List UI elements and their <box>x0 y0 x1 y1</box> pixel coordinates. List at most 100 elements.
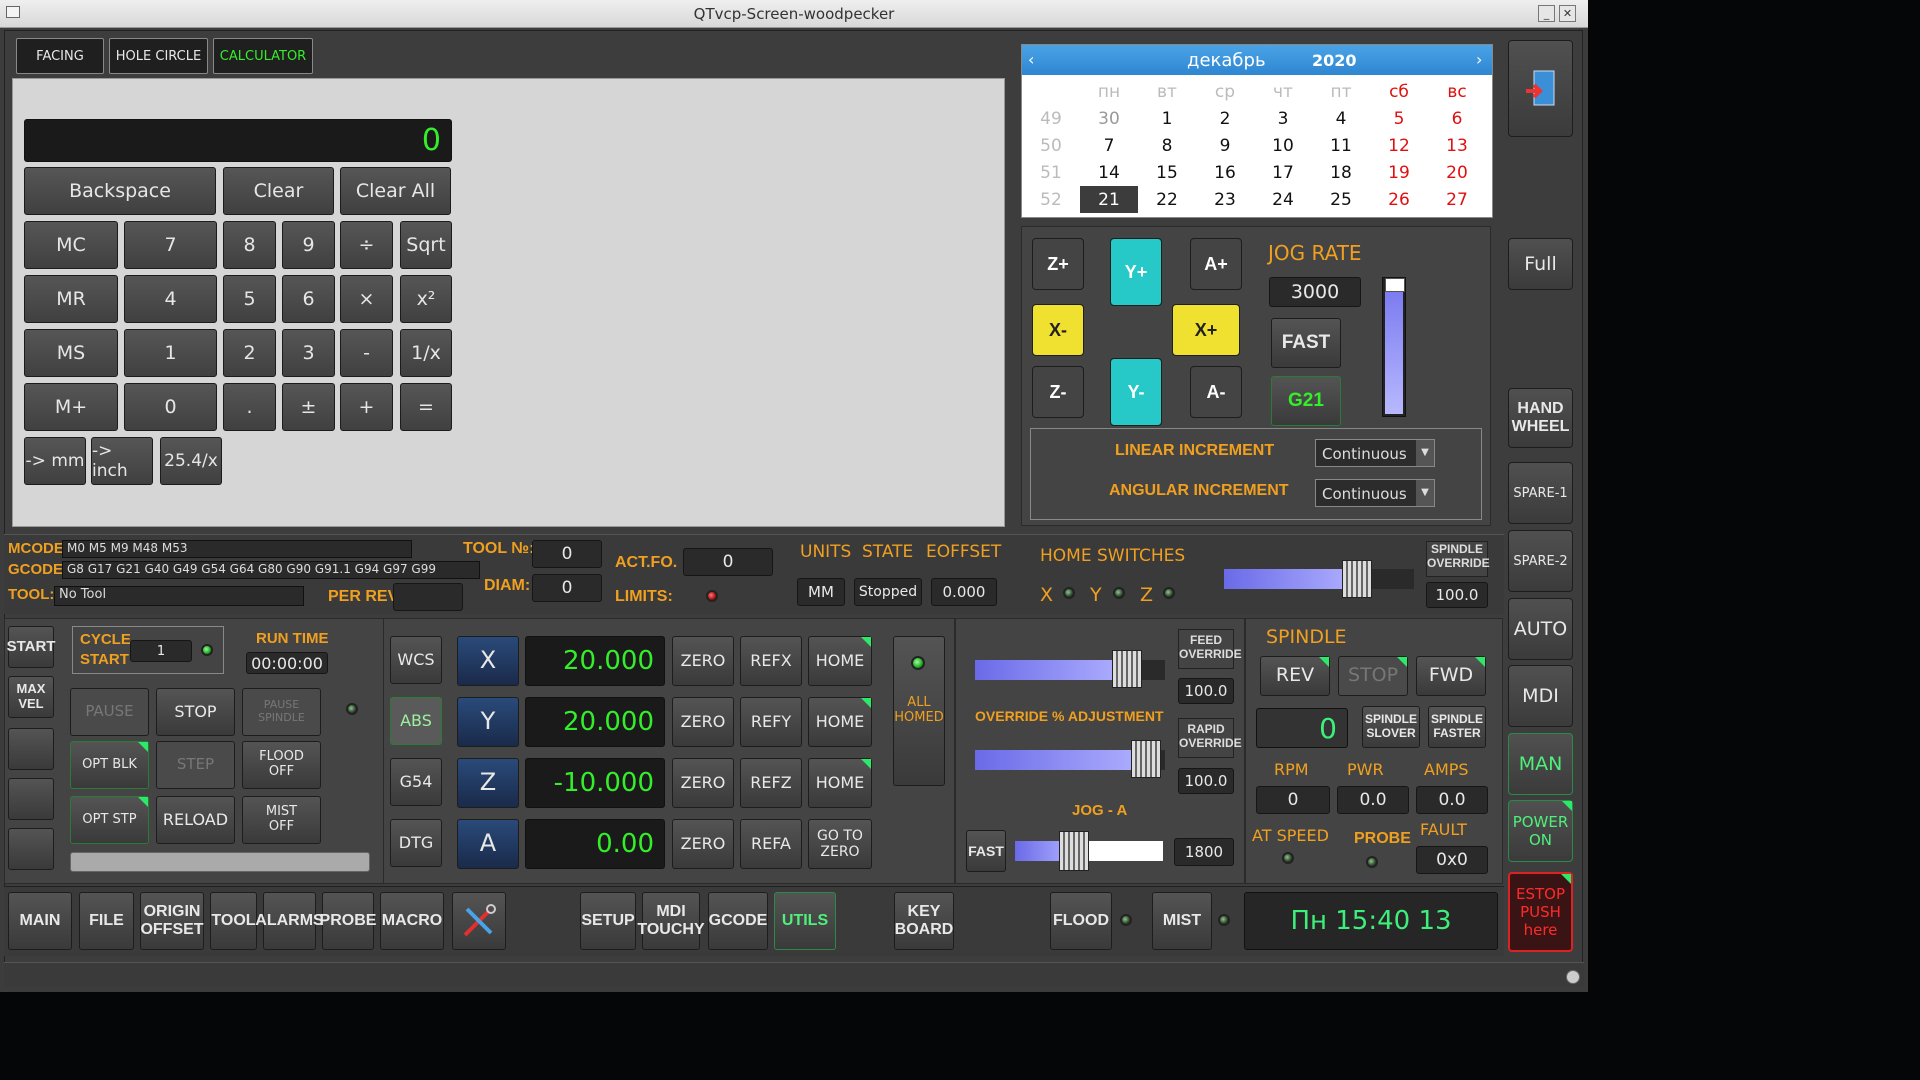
calendar-day[interactable]: 21 <box>1080 186 1138 213</box>
blank-button-3[interactable] <box>8 828 54 870</box>
calc-key-1-3[interactable]: 6 <box>282 275 335 323</box>
calendar-day[interactable]: 16 <box>1196 159 1254 186</box>
calc-key-1-4[interactable]: × <box>340 275 393 323</box>
angular-increment-select[interactable]: Continuous ▼ <box>1315 479 1435 507</box>
calendar-day[interactable]: 26 <box>1370 186 1428 213</box>
jog-rate-handle[interactable] <box>1385 278 1405 292</box>
mdi-button[interactable]: MDI <box>1508 665 1573 727</box>
calendar-day[interactable]: 27 <box>1428 186 1486 213</box>
nav-gcode-button[interactable]: GCODE <box>708 892 768 950</box>
jog-fast-button[interactable]: FAST <box>1271 318 1341 368</box>
calendar-day[interactable]: 23 <box>1196 186 1254 213</box>
calc-key-1-0[interactable]: MR <box>24 275 118 323</box>
calc-key-1-5[interactable]: x² <box>400 275 452 323</box>
calc-key-2-0[interactable]: MS <box>24 329 118 377</box>
jog-rate-slider[interactable] <box>1382 277 1406 417</box>
calc-key-3-2[interactable]: . <box>223 383 276 431</box>
nav-utils-button[interactable]: UTILS <box>774 892 836 950</box>
dro-mode-dtg-button[interactable]: DTG <box>390 819 442 867</box>
jog-xp-button[interactable]: X+ <box>1172 304 1240 356</box>
calc-clear-button[interactable]: Clear <box>223 167 334 215</box>
calc-backspace-button[interactable]: Backspace <box>24 167 216 215</box>
calc-key-0-3[interactable]: 9 <box>282 221 335 269</box>
nav-file-button[interactable]: FILE <box>79 892 134 950</box>
spindle-stop-button[interactable]: STOP <box>1338 656 1408 696</box>
power-on-button[interactable]: POWER ON <box>1508 800 1573 862</box>
nav-alarms-button[interactable]: ALARMS <box>255 892 324 950</box>
auto-button[interactable]: AUTO <box>1508 598 1573 660</box>
calc-conv-1-button[interactable]: -> inch <box>91 437 153 485</box>
calendar-day[interactable]: 8 <box>1138 132 1196 159</box>
dro-mode-wcs-button[interactable]: WCS <box>390 636 442 684</box>
calc-key-2-5[interactable]: 1/x <box>400 329 452 377</box>
calc-conv-2-button[interactable]: 25.4/x <box>160 437 222 485</box>
close-icon[interactable]: ✕ <box>1559 5 1576 22</box>
ref-x-button[interactable]: REFX <box>740 636 802 686</box>
zero-x-button[interactable]: ZERO <box>672 636 734 686</box>
next-month-icon[interactable]: › <box>1476 50 1482 69</box>
ref-y-button[interactable]: REFY <box>740 697 802 747</box>
calendar-day[interactable]: 30 <box>1080 105 1138 132</box>
calendar-day[interactable]: 1 <box>1138 105 1196 132</box>
calc-key-2-2[interactable]: 2 <box>223 329 276 377</box>
dro-mode-g54-button[interactable]: G54 <box>390 758 442 806</box>
opt-stp-button[interactable]: OPT STP <box>70 796 149 844</box>
stop-button[interactable]: STOP <box>156 688 235 736</box>
calc-key-3-1[interactable]: 0 <box>124 383 217 431</box>
prev-month-icon[interactable]: ‹ <box>1028 50 1034 69</box>
axis-y-button[interactable]: Y <box>457 697 519 747</box>
keyboard-button[interactable]: KEY BOARD <box>894 892 954 950</box>
tools-button[interactable] <box>452 892 506 950</box>
jog-am-button[interactable]: A- <box>1190 366 1242 418</box>
spindle-fwd-button[interactable]: FWD <box>1416 656 1486 696</box>
reload-button[interactable]: RELOAD <box>156 796 235 844</box>
calendar-day[interactable]: 4 <box>1312 105 1370 132</box>
calc-conv-0-button[interactable]: -> mm <box>24 437 86 485</box>
calc-key-3-4[interactable]: + <box>340 383 393 431</box>
ref-z-button[interactable]: REFZ <box>740 758 802 808</box>
calendar-day[interactable]: 3 <box>1254 105 1312 132</box>
nav-probe-button[interactable]: PROBE <box>320 892 376 950</box>
nav-mdi-touchy-button[interactable]: MDI TOUCHY <box>637 892 705 950</box>
calendar-day[interactable]: 9 <box>1196 132 1254 159</box>
spindle-faster-button[interactable]: SPINDLE FASTER <box>1428 706 1486 748</box>
calc-key-2-4[interactable]: - <box>340 329 393 377</box>
max-vel-button[interactable]: MAX VEL <box>8 676 54 718</box>
calc-key-0-5[interactable]: Sqrt <box>400 221 452 269</box>
nav-main-button[interactable]: MAIN <box>8 892 72 950</box>
calendar-day[interactable]: 25 <box>1312 186 1370 213</box>
calendar-day[interactable]: 20 <box>1428 159 1486 186</box>
calc-key-0-2[interactable]: 8 <box>223 221 276 269</box>
calendar-day[interactable]: 15 <box>1138 159 1196 186</box>
calendar-day[interactable]: 11 <box>1312 132 1370 159</box>
calendar-day[interactable]: 12 <box>1370 132 1428 159</box>
spindle-slower-button[interactable]: SPINDLE SLOVER <box>1362 706 1420 748</box>
pause-spindle-button[interactable]: PAUSE SPINDLE <box>242 688 321 736</box>
spindle-override-handle[interactable] <box>1342 560 1372 598</box>
pause-button[interactable]: PAUSE <box>70 688 149 736</box>
calc-key-1-1[interactable]: 4 <box>124 275 217 323</box>
nav-origin-offset-button[interactable]: ORIGIN OFFSET <box>140 892 204 950</box>
calc-key-3-0[interactable]: M+ <box>24 383 118 431</box>
calendar-month[interactable]: декабрь <box>1187 50 1266 71</box>
jog-yp-button[interactable]: Y+ <box>1110 238 1162 306</box>
minimize-icon[interactable]: _ <box>1538 5 1555 22</box>
axis-a-button[interactable]: A <box>457 819 519 869</box>
mist-button[interactable]: MIST <box>1152 892 1212 950</box>
opt-blk-button[interactable]: OPT BLK <box>70 741 149 789</box>
flood-off-button[interactable]: FLOOD OFF <box>242 741 321 789</box>
jog-xm-button[interactable]: X- <box>1032 304 1084 356</box>
nav-setup-button[interactable]: SETUP <box>580 892 636 950</box>
full-button[interactable]: Full <box>1508 238 1573 290</box>
nav-tool-button[interactable]: TOOL <box>210 892 257 950</box>
calc-clear-all-button[interactable]: Clear All <box>340 167 451 215</box>
calc-key-2-3[interactable]: 3 <box>282 329 335 377</box>
calendar-day[interactable]: 18 <box>1312 159 1370 186</box>
chevron-down-icon[interactable]: ▼ <box>1416 480 1434 506</box>
calendar-day[interactable]: 2 <box>1196 105 1254 132</box>
tab-calculator[interactable]: CALCULATOR <box>213 38 313 74</box>
start-button[interactable]: START <box>7 626 55 668</box>
home-y-button[interactable]: HOME <box>808 697 872 747</box>
jog-zp-button[interactable]: Z+ <box>1032 238 1084 290</box>
rapid-override-handle[interactable] <box>1131 740 1161 778</box>
